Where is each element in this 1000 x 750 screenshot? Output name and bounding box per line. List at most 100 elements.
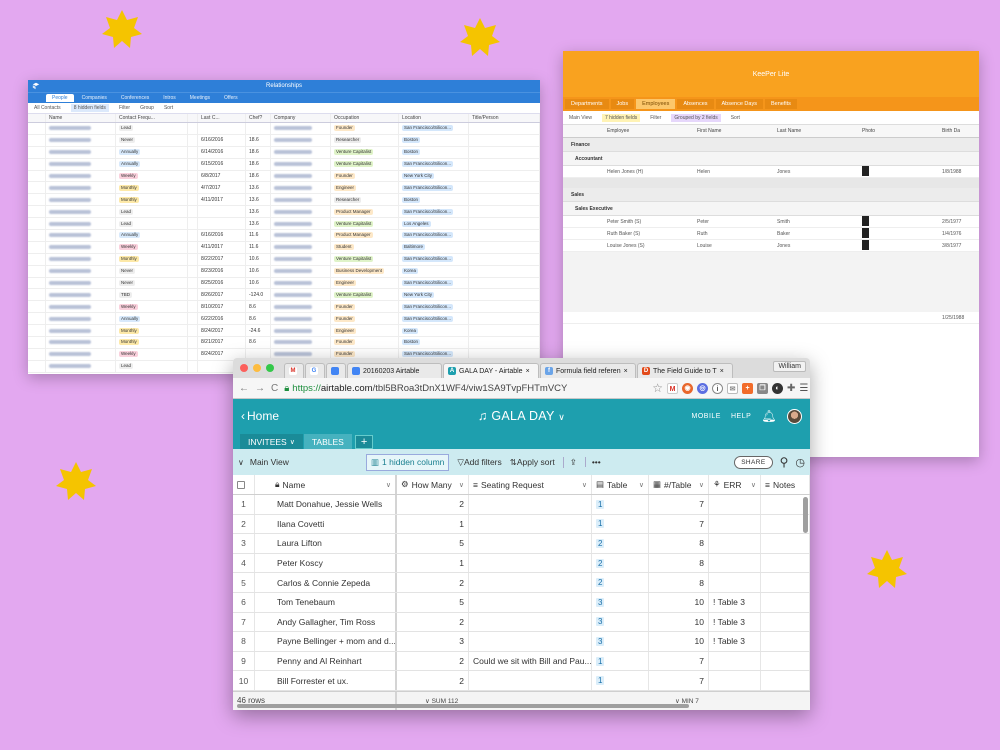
name-cell[interactable]: Peter Koscy — [255, 553, 397, 573]
name-cell[interactable]: Carlos & Connie Zepeda — [255, 573, 397, 592]
column-header[interactable]: Photo — [858, 128, 938, 134]
frequency-cell[interactable]: Monthly — [116, 325, 188, 337]
avatar[interactable] — [787, 408, 802, 424]
occupation-cell[interactable]: Researcher — [331, 134, 399, 146]
how-many-cell[interactable]: 2 — [397, 651, 469, 671]
table-row[interactable]: Monthly 4/7/2017 13.6 Engineer San Francisco… — [28, 182, 540, 195]
table-row[interactable]: 6 Tom Tenebaum 5 3 10! Table 3 — [233, 592, 810, 613]
table-cell[interactable]: 2 — [592, 573, 649, 592]
notes-cell[interactable] — [761, 612, 810, 632]
notes-cell[interactable] — [761, 651, 810, 671]
view-switcher[interactable]: ∨ Main View — [238, 457, 358, 467]
name-cell[interactable]: Andy Gallagher, Tim Ross — [255, 612, 397, 632]
extension-icon[interactable]: ◎ — [697, 382, 708, 394]
more-icon[interactable]: ••• — [584, 457, 601, 467]
table-link-pill[interactable]: 3 — [596, 617, 605, 627]
search-icon[interactable]: ⚲ — [780, 455, 789, 469]
name-cell[interactable]: Penny and Al Reinhart — [255, 651, 397, 671]
frequency-cell[interactable]: Weekly — [116, 170, 188, 182]
table-link-pill[interactable]: 3 — [596, 597, 605, 607]
location-cell[interactable]: San Francisco/Silicon... — [399, 206, 469, 218]
how-many-cell[interactable]: 3 — [397, 632, 469, 651]
name-cell[interactable]: Laura Lifton — [255, 534, 397, 553]
table-link-pill[interactable]: 1 — [596, 656, 605, 666]
frequency-cell[interactable]: Monthly — [116, 194, 188, 206]
table-row[interactable]: Lead 13.6 Venture Capitalist Los Angeles — [28, 218, 540, 231]
how-many-cell[interactable]: 5 — [397, 592, 469, 612]
subgroup-header[interactable]: Sales Executive — [563, 202, 979, 216]
info-icon[interactable]: i — [712, 382, 723, 394]
column-header-notes[interactable]: ≡ Notes — [761, 475, 810, 494]
table-row[interactable]: Annually 6/16/2016 11.6 Product Manager San … — [28, 230, 540, 242]
frequency-cell[interactable]: Annually — [116, 158, 188, 170]
column-header-per-table[interactable]: ▦ #/Table ∨ — [649, 475, 709, 494]
table-row[interactable]: 10 Bill Forrester et ux. 2 1 7 — [233, 671, 810, 691]
column-header-name[interactable]: 🔒︎ Name ∨ — [255, 475, 397, 494]
employee-row[interactable]: Louise Jones (S) Louise Jones 3/8/1977 — [563, 239, 979, 252]
table-link-pill[interactable]: 2 — [596, 558, 605, 568]
occupation-cell[interactable]: Researcher — [331, 194, 399, 206]
browser-tab-docs[interactable] — [326, 363, 346, 378]
tab-invitees[interactable]: INVITEES ∨ — [240, 434, 303, 449]
history-icon[interactable]: ◷ — [795, 456, 805, 469]
how-many-cell[interactable]: 1 — [397, 553, 469, 573]
how-many-cell[interactable]: 2 — [397, 495, 469, 514]
table-row[interactable]: Monthly 8/22/2017 10.6 Venture Capitalist Sa… — [28, 253, 540, 266]
group-header[interactable]: Sales — [563, 188, 979, 202]
table-link-pill[interactable]: 3 — [596, 636, 605, 646]
close-tab-icon[interactable]: × — [624, 368, 628, 375]
table-row[interactable]: 7 Andy Gallagher, Tim Ross 2 3 10! Table 3 — [233, 612, 810, 633]
table-row[interactable]: 5 Carlos & Connie Zepeda 2 2 8 — [233, 573, 810, 593]
mobile-link[interactable]: MOBILE — [692, 413, 721, 420]
occupation-cell[interactable]: Student — [331, 241, 399, 253]
extension-icon[interactable]: ❐ — [757, 382, 768, 394]
occupation-cell[interactable]: Product Manager — [331, 230, 399, 241]
home-link[interactable]: ‹ Home — [241, 409, 279, 423]
table-row[interactable]: 1 Matt Donahue, Jessie Wells 2 1 7 — [233, 495, 810, 515]
location-cell[interactable]: Korea — [399, 325, 469, 337]
location-cell[interactable]: New York City — [399, 170, 469, 182]
occupation-cell[interactable]: Venture Capitalist — [331, 158, 399, 170]
gmail-extension-icon[interactable]: M — [667, 382, 678, 394]
vertical-scrollbar[interactable] — [803, 497, 808, 533]
column-header[interactable]: Location — [399, 114, 469, 122]
frequency-cell[interactable]: Never — [116, 265, 188, 277]
tab-departments[interactable]: Departments — [565, 99, 609, 109]
location-cell[interactable]: San Francisco/Silicon... — [399, 182, 469, 194]
sort-button[interactable]: Sort — [164, 105, 173, 111]
employee-row[interactable]: Peter Smith (S) Peter Smith 2/5/1977 — [563, 215, 979, 228]
table-link-pill[interactable]: 1 — [596, 499, 605, 509]
column-header[interactable]: Chef? — [246, 114, 271, 122]
location-cell[interactable]: Korea — [399, 265, 469, 277]
column-header[interactable]: Last C... — [198, 114, 246, 122]
hidden-columns-button[interactable]: ▥ 1 hidden column — [366, 453, 450, 471]
table-cell[interactable]: 2 — [592, 534, 649, 553]
tab-jobs[interactable]: Jobs — [610, 99, 635, 109]
column-header[interactable]: Contact Frequ... — [116, 114, 188, 122]
table-row[interactable]: TBD 8/26/2017 -124.0 Venture Capitalist New … — [28, 289, 540, 302]
frequency-cell[interactable]: Annually — [116, 230, 188, 241]
browser-tab-google[interactable]: G — [305, 363, 325, 378]
sort-button[interactable]: Sort — [731, 115, 740, 121]
column-header-seating[interactable]: ≡ Seating Request ∨ — [469, 475, 592, 494]
frequency-cell[interactable]: Annually — [116, 146, 188, 158]
location-cell[interactable]: San Francisco/Silicon... — [399, 230, 469, 241]
forward-icon[interactable]: → — [255, 383, 265, 394]
table-row[interactable]: Monthly 8/21/2017 8.6 Founder Boston — [28, 337, 540, 349]
occupation-cell[interactable]: Founder — [331, 301, 399, 313]
how-many-cell[interactable]: 5 — [397, 534, 469, 553]
view-selector[interactable]: All Contacts — [34, 105, 61, 111]
back-icon[interactable]: ← — [239, 383, 249, 394]
table-cell[interactable]: 3 — [592, 612, 649, 632]
help-link[interactable]: HELP — [731, 413, 751, 420]
table-cell[interactable]: 3 — [592, 592, 649, 612]
horizontal-scrollbar[interactable] — [237, 703, 689, 708]
name-cell[interactable]: Matt Donahue, Jessie Wells — [255, 495, 397, 514]
browser-tab-gmail[interactable]: M — [284, 363, 304, 378]
table-row[interactable]: Annually 6/14/2016 18.6 Venture Capitalist B… — [28, 146, 540, 159]
select-all-checkbox[interactable] — [233, 475, 255, 494]
frequency-cell[interactable]: Lead — [116, 218, 188, 230]
location-cell[interactable]: San Francisco/Silicon... — [399, 313, 469, 325]
column-header[interactable]: Birth Da — [938, 128, 979, 134]
extension-icon[interactable]: ◐ — [772, 382, 783, 394]
